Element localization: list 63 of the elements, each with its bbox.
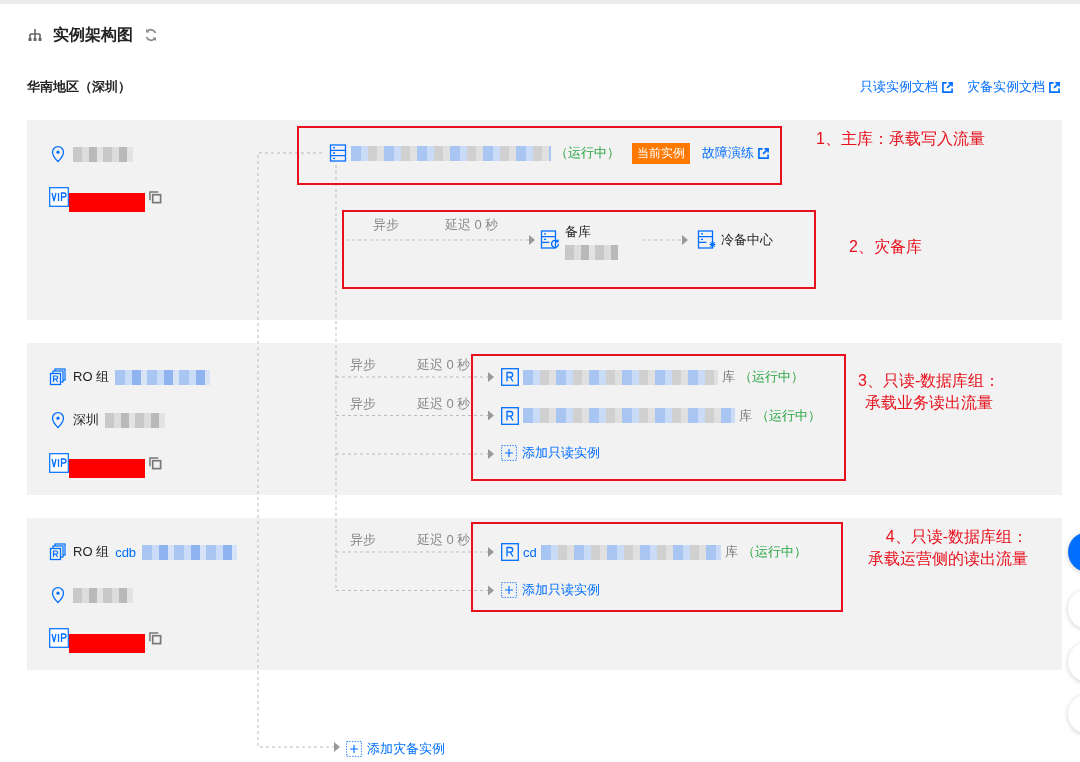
current-instance-badge: 当前实例 [632, 142, 690, 164]
replica-r-icon [501, 406, 519, 425]
delay-text: 延迟 0 秒 [417, 531, 471, 549]
add-readonly-button[interactable]: 添加只读实例 [501, 580, 600, 599]
hierarchy-icon [27, 27, 43, 43]
vip-icon [49, 453, 69, 473]
instance-suffix: 库 [724, 543, 738, 561]
doc-link[interactable]: 灾备实例文档 [967, 78, 1060, 96]
copy-icon[interactable] [149, 190, 162, 204]
fault-drill-link[interactable]: 故障演练 [702, 144, 769, 162]
external-link-icon [942, 81, 953, 93]
plus-icon [346, 741, 362, 757]
replica-server-icon [540, 230, 560, 250]
annotation-text: 承载业务读出流量 [865, 393, 994, 413]
location-icon [49, 411, 67, 429]
add-readonly-button[interactable]: 添加只读实例 [501, 444, 600, 462]
ro-group-icon [49, 543, 67, 561]
status-text: （运行中） [739, 368, 804, 386]
ro-group-link[interactable]: cdb [115, 544, 137, 560]
connector-arrow [641, 235, 688, 245]
replica-r-icon [501, 368, 519, 386]
server-icon [329, 144, 347, 162]
vip-icon [49, 187, 69, 207]
delay-text: 延迟 0 秒 [445, 216, 499, 234]
replica-label: 备库 [565, 223, 591, 241]
annotation-text: 承载运营侧的读出流量 [868, 549, 1028, 569]
instance-link[interactable]: cd [523, 544, 537, 560]
status-text: （运行中） [756, 406, 821, 425]
instance-suffix: 库 [739, 406, 752, 425]
plus-icon [501, 445, 517, 461]
location-icon [49, 145, 67, 163]
doc-link[interactable]: 只读实例文档 [860, 78, 953, 96]
instance-suffix: 库 [722, 368, 735, 386]
annotation-text: 1、主库：承载写入流量 [816, 129, 985, 149]
plus-icon [501, 581, 517, 598]
location-text: 深圳 [73, 411, 99, 429]
annotation-text: 3、只读-数据库组： [858, 371, 1001, 391]
add-dr-button[interactable]: 添加灾备实例 [346, 740, 445, 758]
sync-mode-text: 异步 [350, 356, 376, 374]
cold-backup-label: 冷备中心 [721, 231, 773, 249]
sync-mode-text: 异步 [350, 531, 376, 549]
ro-group-label: RO 组 [73, 543, 110, 561]
status-text: （运行中） [555, 144, 620, 162]
external-link-icon [1049, 81, 1060, 93]
annotation-text: 4、只读-数据库组： [885, 527, 1028, 547]
annotation-text: 2、灾备库 [849, 237, 922, 257]
ro-group-icon [49, 368, 67, 386]
status-text: （运行中） [741, 543, 807, 561]
cold-backup-icon [697, 230, 717, 250]
refresh-icon[interactable] [143, 27, 159, 43]
replica-r-icon [501, 543, 519, 561]
vip-icon [49, 628, 69, 648]
ro-group-label: RO 组 [73, 368, 110, 386]
copy-icon[interactable] [149, 456, 162, 470]
external-link-icon [758, 147, 769, 159]
delay-text: 延迟 0 秒 [417, 356, 471, 374]
copy-icon[interactable] [149, 631, 162, 645]
sync-mode-text: 异步 [373, 216, 399, 234]
section-title: 实例架构图 [53, 24, 133, 45]
sync-mode-text: 异步 [350, 394, 376, 413]
region-label: 华南地区（深圳） [27, 78, 131, 96]
delay-text: 延迟 0 秒 [417, 394, 471, 413]
location-icon [49, 586, 67, 604]
